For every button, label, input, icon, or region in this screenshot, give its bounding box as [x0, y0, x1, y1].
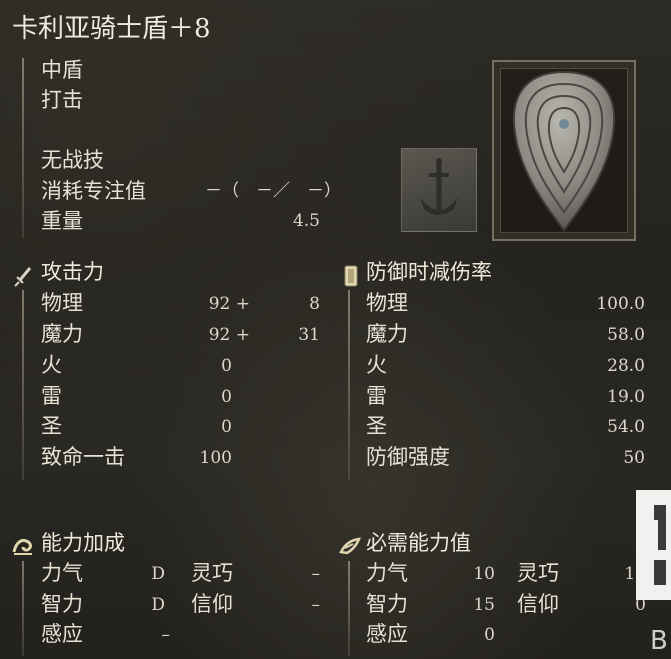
guard-label-boost: 防御强度 — [366, 445, 450, 469]
scaling-divider — [22, 561, 24, 656]
partial-overlay-icon — [636, 490, 671, 600]
weight-label: 重量 — [41, 209, 83, 233]
weight-value: 4.5 — [292, 211, 320, 231]
info-divider — [22, 58, 24, 238]
shield-small-icon — [344, 265, 358, 287]
guard-header: 防御时减伤率 — [366, 260, 492, 284]
guard-value-lightning: 19.0 — [607, 387, 645, 407]
attack-base-lightning: 0 — [221, 387, 232, 407]
requirements-header: 必需能力值 — [366, 531, 471, 555]
attack-type: 打击 — [41, 88, 83, 112]
scaling-int-label: 智力 — [41, 592, 83, 616]
skill-name: 无战技 — [41, 148, 104, 172]
attack-label-physical: 物理 — [41, 291, 83, 315]
scaling-fai-value: – — [311, 595, 321, 615]
corner-letter: B — [650, 626, 668, 656]
scaling-header: 能力加成 — [41, 531, 125, 555]
sword-icon — [14, 267, 32, 287]
attack-base-critical: 100 — [199, 448, 232, 468]
req-fai-label: 信仰 — [517, 592, 559, 616]
skill-icon-frame — [401, 148, 477, 232]
item-type: 中盾 — [41, 58, 83, 82]
attack-label-lightning: 雷 — [41, 384, 62, 408]
req-int-label: 智力 — [366, 592, 408, 616]
scaling-str-label: 力气 — [41, 561, 83, 585]
attack-label-magic: 魔力 — [41, 322, 83, 346]
item-name: 卡利亚骑士盾＋8 — [12, 14, 211, 44]
attack-base-holy: 0 — [221, 417, 232, 437]
guard-divider — [348, 290, 350, 480]
scaling-fai-label: 信仰 — [191, 592, 233, 616]
attack-bonus-physical: 8 — [309, 294, 320, 314]
scaling-int-value: D — [151, 595, 165, 615]
attack-header: 攻击力 — [41, 260, 104, 284]
arm-icon — [12, 538, 32, 555]
guard-label-fire: 火 — [366, 353, 387, 377]
guard-value-magic: 58.0 — [607, 325, 645, 345]
req-str-label: 力气 — [366, 561, 408, 585]
attack-label-holy: 圣 — [41, 414, 62, 438]
hand-icon — [339, 537, 361, 555]
guard-label-magic: 魔力 — [366, 322, 408, 346]
fp-label: 消耗专注值 — [41, 179, 146, 203]
req-int-value: 15 — [473, 595, 495, 615]
guard-label-holy: 圣 — [366, 414, 387, 438]
guard-label-lightning: 雷 — [366, 384, 387, 408]
item-image-frame — [492, 60, 636, 241]
scaling-arc-value: – — [161, 625, 171, 645]
scaling-dex-label: 灵巧 — [191, 561, 233, 585]
attack-label-fire: 火 — [41, 353, 62, 377]
req-arc-label: 感应 — [366, 622, 408, 646]
fp-value: －（ －／ －） — [205, 181, 341, 201]
attack-base-magic: 92 + — [208, 325, 250, 345]
req-arc-value: 0 — [484, 625, 495, 645]
scaling-dex-value: – — [311, 564, 321, 584]
scaling-arc-label: 感应 — [41, 622, 83, 646]
attack-label-critical: 致命一击 — [41, 445, 125, 469]
sword-emblem-icon — [420, 158, 458, 215]
guard-label-physical: 物理 — [366, 291, 408, 315]
guard-value-physical: 100.0 — [596, 294, 645, 314]
kite-shield-icon — [512, 70, 616, 232]
guard-value-fire: 28.0 — [607, 356, 645, 376]
requirements-divider — [348, 561, 350, 656]
attack-divider — [22, 290, 24, 480]
req-dex-label: 灵巧 — [517, 561, 559, 585]
scaling-str-value: D — [151, 564, 165, 584]
attack-base-physical: 92 + — [208, 294, 250, 314]
attack-base-fire: 0 — [221, 356, 232, 376]
req-str-value: 10 — [473, 564, 495, 584]
guard-value-holy: 54.0 — [607, 417, 645, 437]
attack-bonus-magic: 31 — [298, 325, 320, 345]
guard-value-boost: 50 — [623, 448, 645, 468]
